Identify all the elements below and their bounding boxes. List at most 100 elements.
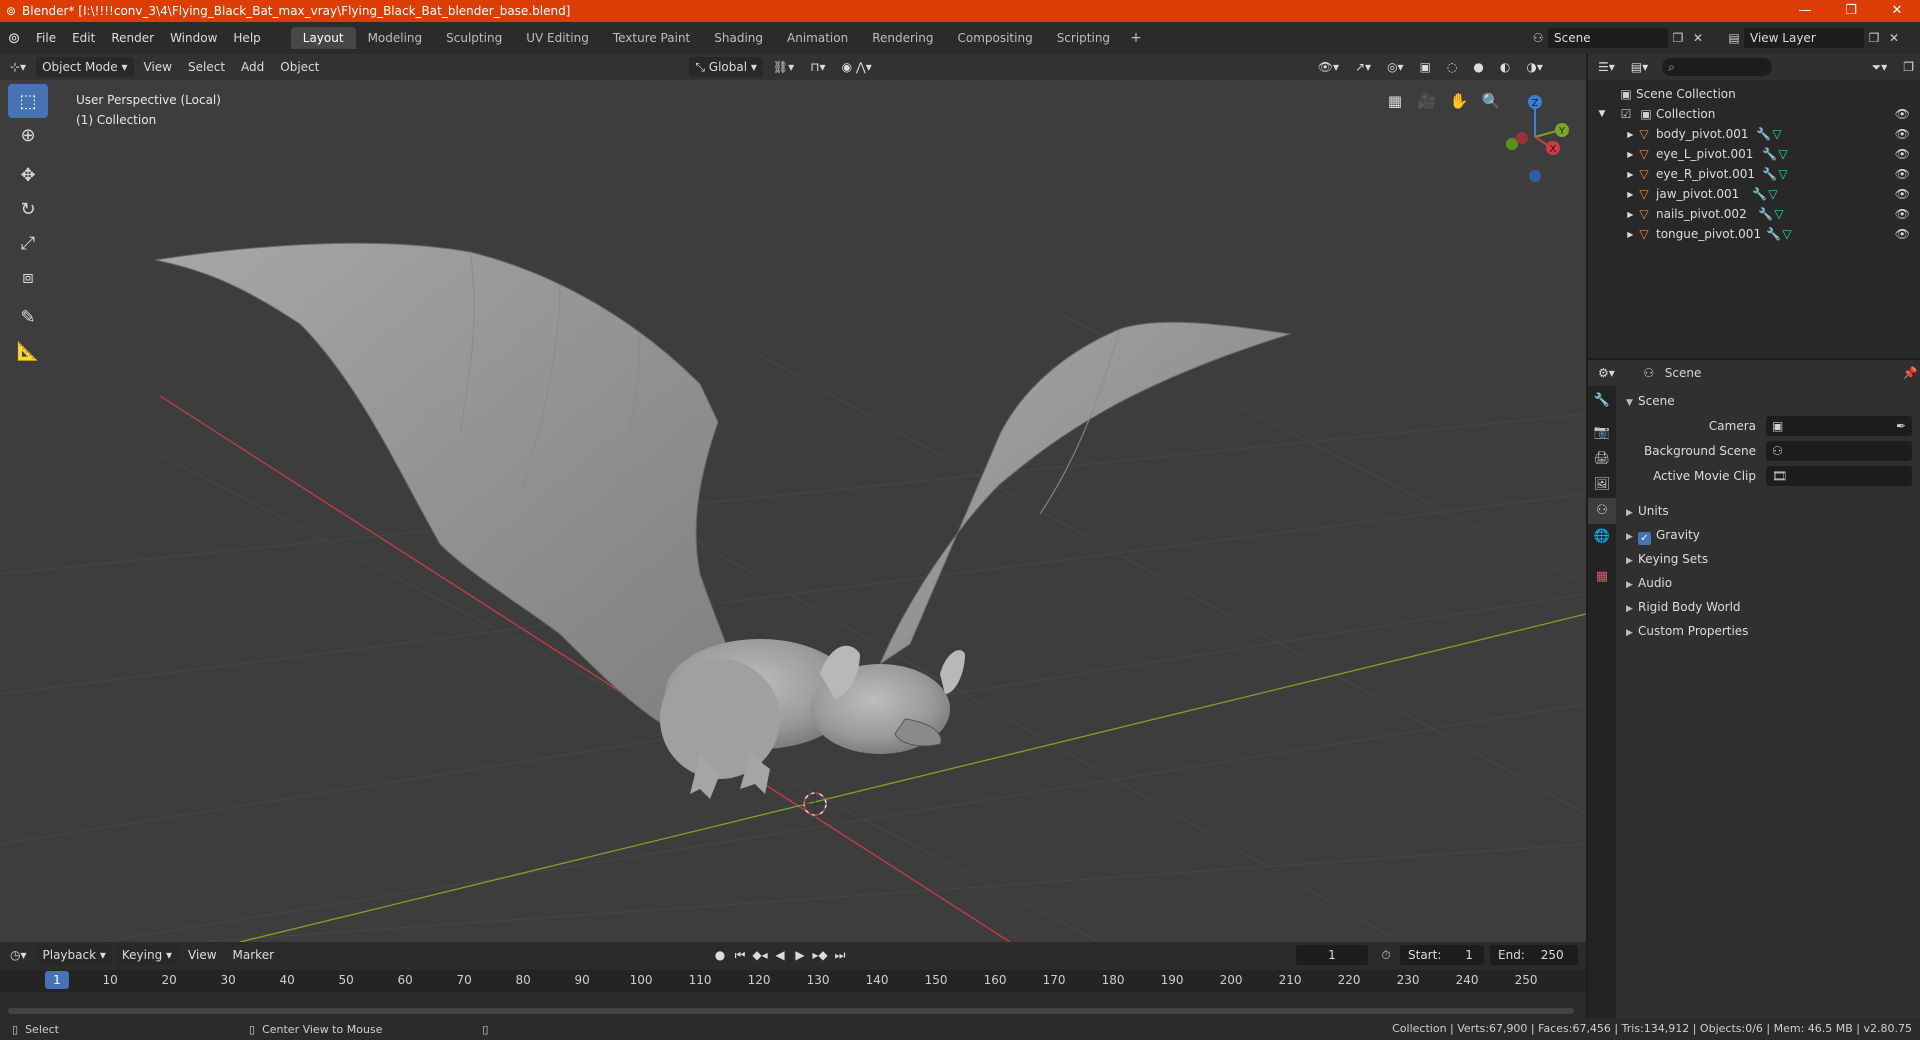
- pin-icon[interactable]: 📌: [1900, 363, 1920, 383]
- view-layer-tab-icon[interactable]: 🖼: [1588, 472, 1616, 498]
- view-layer-name-field[interactable]: View Layer: [1744, 28, 1864, 48]
- next-keyframe-icon[interactable]: ▸◆: [812, 945, 828, 965]
- select-box-tool-icon[interactable]: ⬚: [8, 84, 48, 118]
- modifier-icon[interactable]: 🔧: [1766, 227, 1781, 241]
- tab-scripting[interactable]: Scripting: [1045, 27, 1122, 49]
- collection-checkbox-icon[interactable]: ☑: [1616, 104, 1636, 124]
- keying-sets-panel-header[interactable]: ▶ Keying Sets: [1616, 548, 1920, 570]
- menu-object[interactable]: Object: [274, 57, 325, 77]
- object-expand-icon[interactable]: ▶: [1588, 230, 1636, 239]
- scale-tool-icon[interactable]: ⤢: [8, 226, 48, 260]
- timeline-editor-type-icon[interactable]: ◷▾: [4, 945, 33, 965]
- menu-window[interactable]: Window: [162, 27, 225, 49]
- outliner-object-row[interactable]: ▶ ▽ nails_pivot.002 🔧 ▽ 👁: [1588, 204, 1920, 224]
- tool-tab-icon[interactable]: 🔧: [1588, 388, 1616, 414]
- render-tab-icon[interactable]: 📷: [1588, 420, 1616, 446]
- new-scene-icon[interactable]: ❐: [1668, 28, 1688, 48]
- object-visibility-eye-icon[interactable]: 👁: [1895, 187, 1910, 201]
- rendered-shading-icon[interactable]: ◑▾: [1520, 57, 1549, 77]
- camera-field[interactable]: ▣ ✒: [1766, 416, 1912, 436]
- mode-dropdown[interactable]: Object Mode ▾: [36, 57, 134, 77]
- outliner-object-row[interactable]: ▶ ▽ eye_L_pivot.001 🔧 ▽ 👁: [1588, 144, 1920, 164]
- eyedropper-icon[interactable]: ✒: [1896, 416, 1906, 436]
- timeline-scrollbar[interactable]: [8, 1008, 1574, 1014]
- view-layer-icon[interactable]: ▤: [1724, 28, 1744, 48]
- mesh-data-icon[interactable]: ▽: [1776, 147, 1790, 161]
- prev-keyframe-icon[interactable]: ◆◂: [752, 945, 768, 965]
- overlay-toggle-icon[interactable]: ◎▾: [1381, 57, 1410, 77]
- collection-expand-icon[interactable]: ▼: [1588, 109, 1616, 119]
- visibility-icon[interactable]: 👁▾: [1312, 57, 1345, 77]
- wireframe-shading-icon[interactable]: ◌: [1441, 57, 1463, 77]
- menu-keying[interactable]: Keying ▾: [115, 945, 179, 965]
- menu-add[interactable]: Add: [235, 57, 270, 77]
- scene-panel-header[interactable]: ▼ Scene: [1616, 390, 1920, 412]
- modifier-icon[interactable]: 🔧: [1762, 147, 1777, 161]
- collection-visibility-eye-icon[interactable]: 👁: [1895, 107, 1910, 121]
- measure-tool-icon[interactable]: 📐: [8, 334, 48, 368]
- snap-icon[interactable]: ⊓▾: [804, 57, 831, 77]
- play-reverse-icon[interactable]: ◀: [772, 945, 788, 965]
- object-expand-icon[interactable]: ▶: [1588, 130, 1636, 139]
- remove-view-layer-icon[interactable]: ✕: [1884, 28, 1904, 48]
- transform-tool-icon[interactable]: ⧈: [8, 260, 48, 294]
- outliner-editor-type-icon[interactable]: ☰▾: [1592, 57, 1621, 77]
- maximize-button[interactable]: ❐: [1828, 0, 1874, 22]
- tab-shading[interactable]: Shading: [702, 27, 775, 49]
- blender-logo-icon[interactable]: ⊚: [0, 29, 28, 47]
- texture-tab-icon[interactable]: ▦: [1588, 564, 1616, 590]
- material-shading-icon[interactable]: ◐: [1494, 57, 1516, 77]
- menu-view[interactable]: View: [138, 57, 178, 77]
- object-expand-icon[interactable]: ▶: [1588, 170, 1636, 179]
- timeline-frame-ruler[interactable]: 1 10 20 30 40 50 60 70 80 90 100 110 120 130 140 150 16…: [0, 970, 1586, 992]
- units-panel-header[interactable]: ▶ Units: [1616, 500, 1920, 522]
- outliner-collection-row[interactable]: ▼ ☑ ▣ Collection 👁: [1588, 104, 1920, 124]
- tab-rendering[interactable]: Rendering: [860, 27, 945, 49]
- modifier-icon[interactable]: 🔧: [1762, 167, 1777, 181]
- new-view-layer-icon[interactable]: ❐: [1864, 28, 1884, 48]
- neg-x-axis-gizmo-handle[interactable]: [1516, 132, 1528, 144]
- camera-view-icon[interactable]: 🎥: [1412, 86, 1442, 116]
- active-movie-clip-field[interactable]: 🎞: [1766, 466, 1912, 486]
- object-visibility-eye-icon[interactable]: 👁: [1895, 207, 1910, 221]
- current-frame-field[interactable]: 1: [1296, 945, 1368, 965]
- close-button[interactable]: ✕: [1874, 0, 1920, 22]
- scene-icon[interactable]: ⚇: [1528, 28, 1548, 48]
- audio-panel-header[interactable]: ▶ Audio: [1616, 572, 1920, 594]
- outliner-scene-collection-row[interactable]: ▣ Scene Collection: [1588, 84, 1920, 104]
- menu-edit[interactable]: Edit: [64, 27, 103, 49]
- tab-texture-paint[interactable]: Texture Paint: [601, 27, 702, 49]
- background-scene-field[interactable]: ⚇: [1766, 441, 1912, 461]
- menu-file[interactable]: File: [28, 27, 64, 49]
- menu-render[interactable]: Render: [103, 27, 162, 49]
- bat-model[interactable]: [154, 242, 1291, 799]
- display-mode-icon[interactable]: ▤▾: [1625, 57, 1654, 77]
- start-frame-field[interactable]: Start: 1: [1400, 945, 1484, 965]
- object-expand-icon[interactable]: ▶: [1588, 190, 1636, 199]
- toggle-camera-grid-icon[interactable]: ▦: [1380, 86, 1410, 116]
- tab-sculpting[interactable]: Sculpting: [434, 27, 514, 49]
- tab-compositing[interactable]: Compositing: [945, 27, 1044, 49]
- object-expand-icon[interactable]: ▶: [1588, 210, 1636, 219]
- custom-properties-panel-header[interactable]: ▶ Custom Properties: [1616, 620, 1920, 642]
- pivot-point-icon[interactable]: ⛓▾: [767, 57, 800, 77]
- timeline-menu-view[interactable]: View: [182, 945, 222, 965]
- mesh-data-icon[interactable]: ▽: [1776, 167, 1790, 181]
- scene-name-field[interactable]: Scene: [1548, 28, 1668, 48]
- mesh-data-icon[interactable]: ▽: [1772, 207, 1786, 221]
- neg-z-axis-gizmo-handle[interactable]: [1529, 170, 1541, 182]
- modifier-icon[interactable]: 🔧: [1752, 187, 1767, 201]
- current-frame-indicator[interactable]: 1: [45, 971, 69, 989]
- new-collection-icon[interactable]: ❐: [1897, 57, 1920, 77]
- pan-view-hand-icon[interactable]: ✋: [1444, 86, 1474, 116]
- tab-animation[interactable]: Animation: [775, 27, 860, 49]
- modifier-icon[interactable]: 🔧: [1758, 207, 1773, 221]
- remove-scene-icon[interactable]: ✕: [1688, 28, 1708, 48]
- filter-icon[interactable]: ⏷▾: [1866, 57, 1894, 77]
- world-tab-icon[interactable]: 🌐: [1588, 524, 1616, 550]
- 3d-viewport[interactable]: ⊹▾ Object Mode ▾ View Select Add Object …: [0, 54, 1586, 942]
- jump-start-icon[interactable]: ⏮: [732, 945, 748, 965]
- editor-type-icon[interactable]: ⊹▾: [4, 57, 32, 77]
- scene-tab-icon[interactable]: ⚇: [1588, 498, 1616, 524]
- output-tab-icon[interactable]: 🖨: [1588, 446, 1616, 472]
